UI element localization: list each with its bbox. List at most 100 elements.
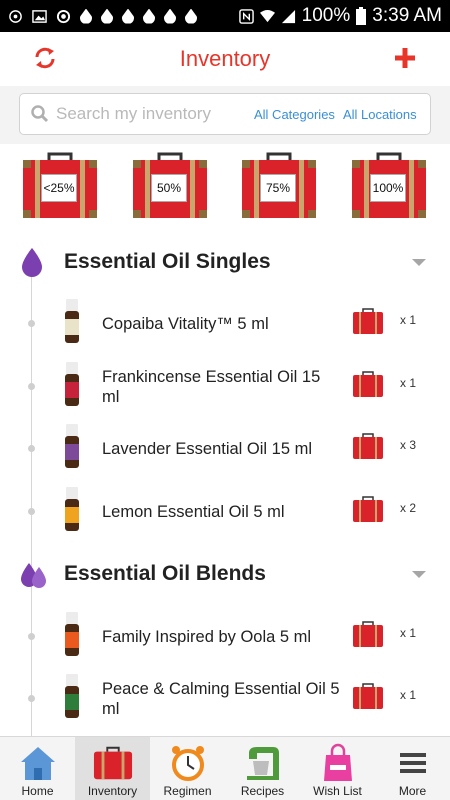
bottom-tab-bar: Home Inventory Regimen Recipes Wish List…: [0, 736, 450, 800]
add-button[interactable]: [390, 43, 420, 73]
suitcase-icon: [93, 746, 132, 780]
tab-wish-list[interactable]: Wish List: [300, 737, 375, 800]
oil-bottle-icon: [65, 299, 79, 343]
tab-label: Wish List: [313, 784, 362, 798]
item-quantity: x 2: [400, 501, 417, 515]
drop-icon: [164, 8, 176, 24]
refresh-button[interactable]: [30, 43, 60, 73]
all-categories-filter[interactable]: All Categories: [254, 107, 335, 122]
collapse-chevron-icon[interactable]: [412, 258, 426, 266]
item-name: Peace & Calming Essential Oil 5 ml: [102, 680, 340, 718]
suitcase-level-icon[interactable]: [352, 495, 384, 523]
satellite-icon: [9, 9, 22, 23]
suitcase-level-icon[interactable]: [352, 682, 384, 710]
signal-icon: [281, 9, 295, 23]
timeline-dot: [28, 695, 35, 702]
item-name: Lemon Essential Oil 5 ml: [102, 503, 285, 521]
search-icon: [31, 105, 49, 123]
tab-home[interactable]: Home: [0, 737, 75, 800]
double-drop-icon: [21, 563, 46, 588]
menu-icon: [399, 753, 426, 773]
all-locations-filter[interactable]: All Locations: [343, 107, 417, 122]
timeline-dot: [28, 508, 35, 515]
tab-label: Regimen: [163, 784, 212, 798]
section-title: Essential Oil Singles: [64, 250, 271, 273]
refresh-icon: [35, 47, 55, 69]
collapse-chevron-icon[interactable]: [412, 570, 426, 578]
list-item[interactable]: Family Inspired by Oola 5 ml x 1: [0, 606, 450, 668]
nfc-icon: [238, 8, 254, 24]
tab-label: Home: [21, 784, 54, 798]
item-quantity: x 3: [400, 438, 417, 452]
section-header-blends[interactable]: Essential Oil Blends: [0, 548, 450, 600]
section-header-singles[interactable]: Essential Oil Singles: [0, 236, 450, 288]
suitcase-level-icon[interactable]: [352, 620, 384, 648]
single-drop-icon: [22, 248, 42, 277]
level-filters: <25% 50% 75% 100%: [0, 150, 450, 228]
plus-icon: [395, 48, 415, 68]
status-bar: 100% 3:39 AM: [0, 0, 450, 32]
sync-icon: [56, 9, 71, 23]
mixer-icon: [246, 747, 279, 780]
list-item[interactable]: Lavender Essential Oil 15 ml x 3: [0, 418, 450, 480]
battery-percent: 100%: [301, 5, 351, 26]
timeline-dot: [28, 383, 35, 390]
item-name: Copaiba Vitality™ 5 ml: [102, 315, 269, 333]
drop-icon: [143, 8, 155, 24]
oil-bottle-icon: [65, 424, 79, 468]
suitcase-level-icon[interactable]: [352, 370, 384, 398]
oil-bottle-icon: [65, 612, 79, 656]
suitcase-level-icon[interactable]: [352, 432, 384, 460]
alarm-clock-icon: [171, 746, 204, 781]
item-quantity: x 1: [400, 626, 417, 640]
image-icon: [32, 9, 47, 23]
level-filter-75[interactable]: 75%: [240, 150, 318, 222]
tab-label: Inventory: [87, 784, 138, 798]
oil-bottle-icon: [65, 362, 79, 406]
drop-icon: [122, 8, 134, 24]
tab-regimen[interactable]: Regimen: [150, 737, 225, 800]
item-name: Family Inspired by Oola 5 ml: [102, 628, 312, 646]
list-item[interactable]: Peace & Calming Essential Oil 5 ml x 1: [0, 668, 450, 730]
list-item[interactable]: Lemon Essential Oil 5 ml x 2: [0, 481, 450, 543]
wifi-icon: [259, 9, 275, 22]
tab-more[interactable]: More: [375, 737, 450, 800]
oil-bottle-icon: [65, 674, 79, 718]
level-label: <25%: [41, 174, 77, 202]
drop-icon: [185, 8, 197, 24]
tab-label: Recipes: [240, 784, 285, 798]
tab-inventory[interactable]: Inventory: [75, 737, 150, 800]
list-item[interactable]: Copaiba Vitality™ 5 ml x 1: [0, 293, 450, 355]
timeline-dot: [28, 633, 35, 640]
search-area: All Categories All Locations: [0, 86, 450, 144]
suitcase-level-icon[interactable]: [352, 307, 384, 335]
app-header: Inventory: [0, 32, 450, 86]
item-quantity: x 1: [400, 313, 417, 327]
search-bar: All Categories All Locations: [19, 93, 431, 135]
shopping-bag-icon: [323, 743, 352, 781]
level-filter-50[interactable]: 50%: [131, 150, 209, 222]
item-quantity: x 1: [400, 376, 417, 390]
page-title: Inventory: [179, 46, 271, 71]
tab-recipes[interactable]: Recipes: [225, 737, 300, 800]
notification-icons: [8, 8, 239, 24]
item-quantity: x 1: [400, 688, 417, 702]
search-input[interactable]: [56, 104, 246, 124]
level-label: 50%: [151, 174, 187, 202]
section-title: Essential Oil Blends: [64, 562, 266, 585]
inventory-list[interactable]: Essential Oil Singles Copaiba Vitality™ …: [0, 236, 450, 736]
level-filter-under-25[interactable]: <25%: [21, 150, 99, 222]
battery-icon: [356, 7, 367, 25]
level-label: 75%: [260, 174, 296, 202]
tab-label: More: [398, 784, 427, 798]
timeline-dot: [28, 445, 35, 452]
level-filter-100[interactable]: 100%: [350, 150, 428, 222]
level-label: 100%: [370, 174, 406, 202]
list-item[interactable]: Frankincense Essential Oil 15 ml x 1: [0, 356, 450, 418]
item-name: Lavender Essential Oil 15 ml: [102, 440, 313, 458]
clock: 3:39 AM: [372, 5, 442, 26]
timeline-dot: [28, 320, 35, 327]
oil-bottle-icon: [65, 487, 79, 531]
item-name: Frankincense Essential Oil 15 ml: [102, 368, 321, 406]
drop-icon: [80, 8, 92, 24]
